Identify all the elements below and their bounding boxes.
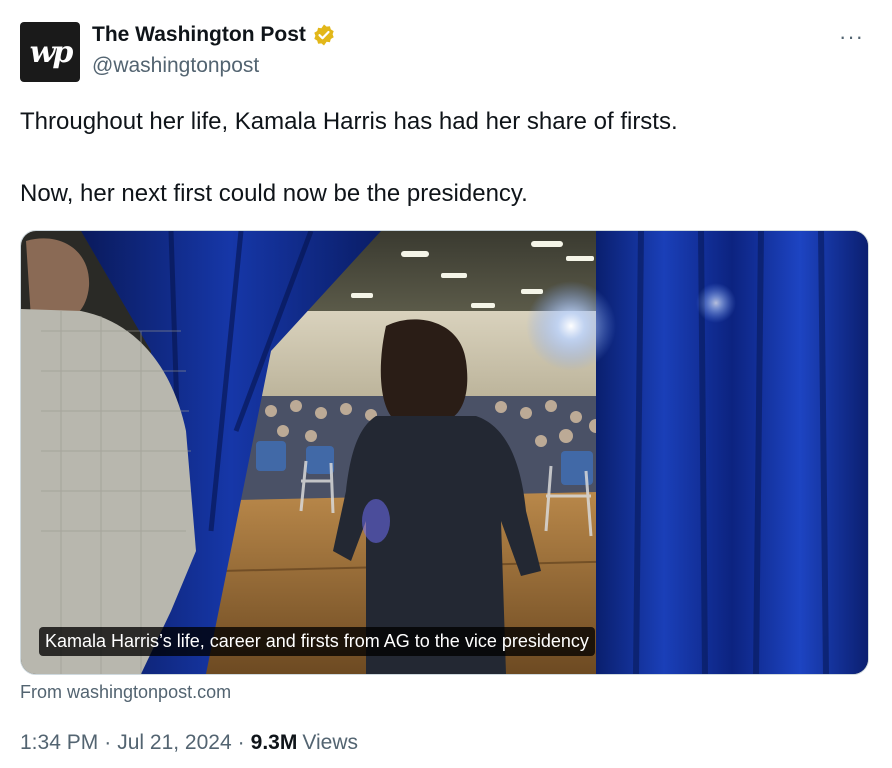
meta-separator: · — [237, 731, 245, 754]
avatar[interactable]: wp — [20, 22, 80, 82]
tweet-text: Throughout her life, Kamala Harris has h… — [20, 104, 870, 212]
author-name-row: The Washington Post — [92, 23, 336, 47]
views-label[interactable]: Views — [302, 731, 358, 755]
more-options-icon[interactable]: ··· — [839, 24, 864, 50]
tweet-time[interactable]: 1:34 PM — [20, 731, 98, 755]
verified-badge-icon — [314, 24, 334, 46]
card-source-link[interactable]: From washingtonpost.com — [20, 682, 231, 703]
tweet-text-line-2: Now, her next first could now be the pre… — [20, 180, 528, 207]
tweet-meta: 1:34 PM · Jul 21, 2024 · 9.3M Views — [20, 731, 358, 755]
tweet: wp The Washington Post @washingtonpost ·… — [0, 0, 892, 768]
meta-separator: · — [104, 731, 112, 754]
link-card-media[interactable]: Kamala Harris’s life, career and firsts … — [20, 230, 869, 675]
media-caption: Kamala Harris’s life, career and firsts … — [39, 627, 595, 656]
views-count[interactable]: 9.3M — [251, 731, 298, 755]
author-handle[interactable]: @washingtonpost — [92, 54, 259, 78]
card-photo — [21, 231, 868, 674]
tweet-text-line-1: Throughout her life, Kamala Harris has h… — [20, 108, 678, 135]
author-display-name[interactable]: The Washington Post — [92, 23, 306, 47]
tweet-date[interactable]: Jul 21, 2024 — [117, 731, 231, 755]
avatar-logo-text: wp — [29, 34, 74, 70]
